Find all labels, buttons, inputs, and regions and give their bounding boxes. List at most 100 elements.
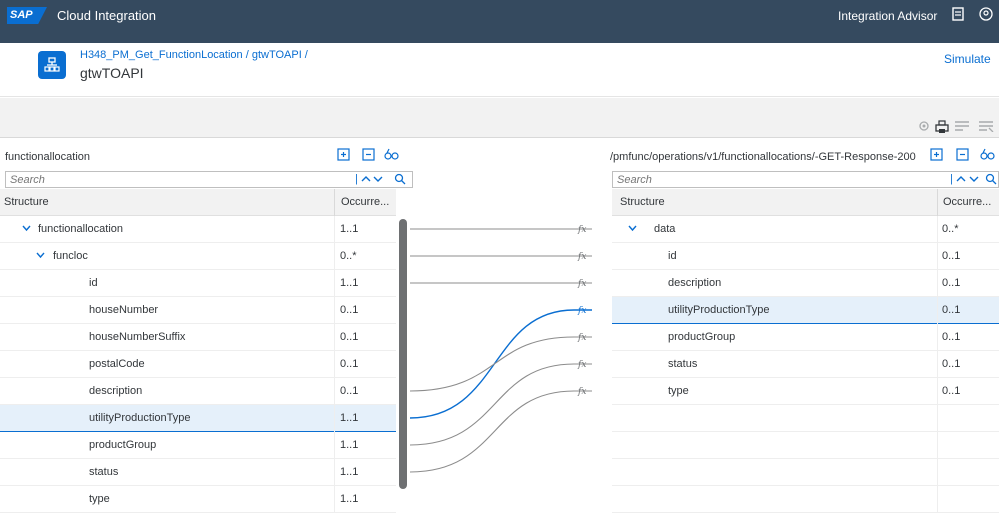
- node-name: status: [89, 466, 119, 478]
- node-occurrence: 1..1: [340, 412, 359, 424]
- node-occurrence: 0..1: [942, 385, 961, 397]
- tree-row[interactable]: description 0..1: [612, 270, 999, 297]
- source-search: |: [5, 171, 413, 188]
- node-name: description: [668, 277, 722, 289]
- settings-icon[interactable]: [916, 120, 932, 134]
- tree-row[interactable]: functionallocation 1..1: [0, 216, 396, 243]
- tree-row[interactable]: id 0..1: [612, 243, 999, 270]
- chevron-up-icon[interactable]: [361, 172, 371, 187]
- function-fx-icon[interactable]: fx: [577, 387, 586, 397]
- node-occurrence: 1..1: [340, 466, 359, 478]
- mapping-area: fx fx fx fx fx fx fx: [410, 225, 592, 473]
- expand-chevron-icon[interactable]: [628, 225, 637, 233]
- function-fx-icon[interactable]: fx: [577, 252, 586, 262]
- function-fx-icon[interactable]: fx: [577, 306, 586, 316]
- source-tree: Structure Occurre... functionallocation 1…: [0, 189, 396, 515]
- target-search: |: [612, 171, 999, 188]
- expand-chevron-icon[interactable]: [36, 252, 45, 260]
- chevron-down-icon[interactable]: [373, 172, 383, 187]
- tree-row[interactable]: type 0..1: [612, 378, 999, 405]
- glasses-icon[interactable]: [384, 148, 399, 162]
- row-column-divider: [937, 432, 938, 459]
- shell-bar: SAP Cloud Integration Integration Adviso…: [0, 0, 999, 43]
- target-column-divider: [937, 189, 938, 216]
- tree-row[interactable]: houseNumber 0..1: [0, 297, 396, 324]
- print-icon[interactable]: [934, 120, 950, 134]
- row-column-divider: [334, 405, 335, 432]
- function-fx-icon[interactable]: fx: [577, 333, 586, 343]
- integration-advisor-link[interactable]: Integration Advisor: [838, 9, 937, 23]
- tree-row[interactable]: funcloc 0..*: [0, 243, 396, 270]
- target-occurrence-column-header[interactable]: Occurre...: [939, 189, 991, 216]
- function-fx-icon[interactable]: fx: [577, 279, 586, 289]
- function-fx-icon[interactable]: fx: [577, 225, 586, 235]
- node-name: data: [654, 223, 676, 235]
- expand-chevron-icon[interactable]: [22, 225, 31, 233]
- target-search-input[interactable]: [613, 172, 943, 187]
- tree-row[interactable]: productGroup 1..1: [0, 432, 396, 459]
- sap-logo[interactable]: SAP: [7, 7, 47, 24]
- user-icon[interactable]: [978, 7, 994, 23]
- node-occurrence: 0..1: [340, 331, 359, 343]
- mapping-link[interactable]: [410, 363, 592, 446]
- tree-row[interactable]: data 0..*: [612, 216, 999, 243]
- tree-row[interactable]: utilityProductionType 0..1: [612, 297, 999, 324]
- tree-row[interactable]: description 0..1: [0, 378, 396, 405]
- mapping-link[interactable]: [410, 390, 592, 473]
- function-fx-icon[interactable]: fx: [577, 360, 586, 370]
- row-column-divider: [937, 351, 938, 378]
- row-column-divider: [334, 216, 335, 243]
- target-collapse-all-icon[interactable]: [955, 148, 969, 162]
- row-column-divider: [937, 297, 938, 324]
- expand-all-icon[interactable]: [336, 148, 350, 162]
- collapse-all-icon[interactable]: [361, 148, 375, 162]
- notes-icon[interactable]: [950, 7, 966, 23]
- node-name: utilityProductionType: [89, 412, 191, 424]
- row-column-divider: [937, 243, 938, 270]
- row-column-divider: [937, 216, 938, 243]
- target-search-icon[interactable]: [985, 172, 997, 187]
- mapping-toolbar: [0, 116, 999, 138]
- target-glasses-icon[interactable]: [980, 148, 995, 162]
- simulate-button[interactable]: Simulate: [944, 52, 991, 66]
- source-scrollbar[interactable]: [399, 219, 407, 489]
- row-column-divider: [334, 378, 335, 405]
- node-name: houseNumber: [89, 304, 159, 316]
- structure-column-header[interactable]: Structure: [0, 189, 49, 216]
- breadcrumb[interactable]: H348_PM_Get_FunctionLocation / gtwTOAPI …: [80, 49, 308, 61]
- occurrence-column-header[interactable]: Occurre...: [337, 189, 389, 216]
- row-column-divider: [334, 351, 335, 378]
- node-occurrence: 0..1: [942, 304, 961, 316]
- tree-row[interactable]: postalCode 0..1: [0, 351, 396, 378]
- tree-row[interactable]: houseNumberSuffix 0..1: [0, 324, 396, 351]
- tree-row[interactable]: productGroup 0..1: [612, 324, 999, 351]
- tree-row[interactable]: status 1..1: [0, 459, 396, 486]
- column-divider: [334, 189, 335, 216]
- target-chevron-down-icon[interactable]: [969, 172, 979, 187]
- target-expand-all-icon[interactable]: [929, 148, 943, 162]
- target-chevron-up-icon[interactable]: [956, 172, 966, 187]
- node-name: id: [668, 250, 677, 262]
- tree-row[interactable]: status 0..1: [612, 351, 999, 378]
- object-header: H348_PM_Get_FunctionLocation / gtwTOAPI …: [0, 43, 999, 97]
- node-name: id: [89, 277, 98, 289]
- align-icon[interactable]: [954, 120, 970, 134]
- tree-row[interactable]: type 1..1: [0, 486, 396, 513]
- delete-rows-icon[interactable]: [978, 120, 994, 134]
- source-search-input[interactable]: [6, 172, 346, 187]
- row-column-divider: [334, 432, 335, 459]
- tree-row[interactable]: utilityProductionType 1..1: [0, 405, 396, 432]
- node-name: description: [89, 385, 143, 397]
- tree-row[interactable]: id 1..1: [0, 270, 396, 297]
- node-occurrence: 1..1: [340, 493, 359, 505]
- node-name: funcloc: [53, 250, 88, 262]
- node-name: type: [668, 385, 689, 397]
- mapping-object-icon: [38, 51, 66, 79]
- node-occurrence: 0..1: [942, 277, 961, 289]
- empty-row: [612, 459, 999, 486]
- target-tree: Structure Occurre... data 0..* id 0..1 descr…: [612, 189, 999, 515]
- source-tree-header: Structure Occurre...: [0, 189, 396, 216]
- target-structure-column-header[interactable]: Structure: [616, 189, 665, 216]
- node-occurrence: 1..1: [340, 223, 359, 235]
- search-icon[interactable]: [394, 172, 406, 187]
